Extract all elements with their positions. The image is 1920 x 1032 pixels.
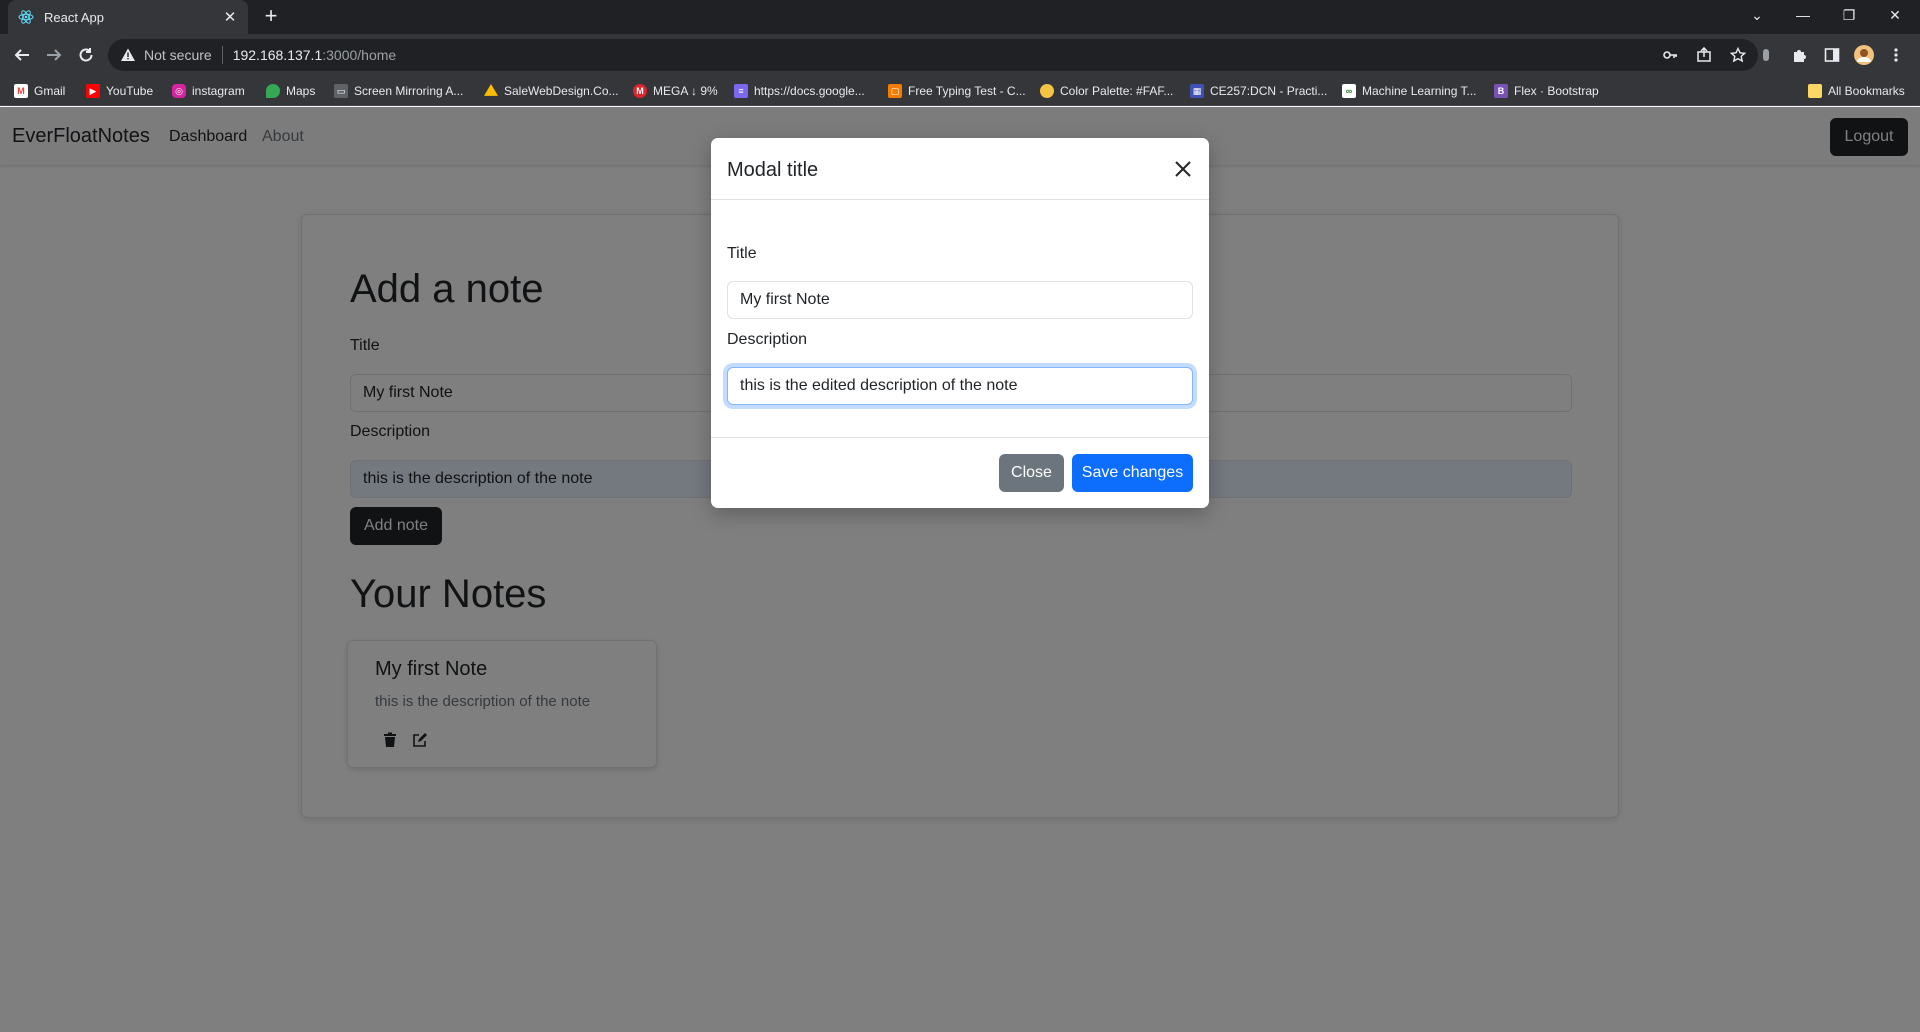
new-tab-button[interactable]: + — [260, 5, 282, 28]
omnibox-actions — [1660, 45, 1748, 65]
forward-icon[interactable] — [42, 43, 66, 67]
tab-search-icon[interactable]: ⌄ — [1734, 0, 1780, 30]
bookmark-color-palette[interactable]: Color Palette: #FAF... — [1040, 82, 1173, 100]
react-icon — [18, 9, 34, 25]
bookmark-machine-learning[interactable]: ∞ Machine Learning T... — [1342, 82, 1477, 100]
modal-title-input[interactable]: My first Note — [727, 281, 1193, 319]
browser-toolbar: Not secure 192.168.137.1:3000/home — [0, 34, 1920, 76]
extension-icon[interactable] — [1754, 43, 1778, 67]
screen-mirroring-icon: ▭ — [334, 84, 348, 98]
edit-note-modal: Modal title Title My first Note Descript… — [711, 138, 1209, 508]
palette-icon — [1040, 84, 1054, 98]
url-path: :3000/home — [322, 47, 397, 63]
maps-icon — [266, 84, 280, 98]
menu-icon[interactable] — [1884, 43, 1908, 67]
docs-icon: ≡ — [734, 84, 748, 98]
browser-tab[interactable]: React App ✕ — [8, 0, 248, 34]
back-icon[interactable] — [10, 43, 34, 67]
bookmark-docs-google[interactable]: ≡ https://docs.google... — [734, 82, 865, 100]
modal-description-input[interactable]: this is the edited description of the no… — [727, 367, 1193, 405]
bookmark-maps[interactable]: Maps — [266, 82, 315, 100]
share-icon[interactable] — [1694, 45, 1714, 65]
gmail-icon: M — [14, 84, 28, 98]
browser-tabstrip: React App ✕ + ⌄ — ❐ ✕ — [0, 0, 1920, 34]
typing-icon: ▢ — [888, 84, 902, 98]
star-icon[interactable] — [1728, 45, 1748, 65]
url-host: 192.168.137.1 — [232, 47, 323, 63]
restore-button[interactable]: ❐ — [1826, 0, 1872, 30]
side-panel-icon[interactable] — [1820, 43, 1844, 67]
close-icon[interactable] — [1171, 157, 1195, 181]
tab-close-icon[interactable]: ✕ — [222, 8, 238, 26]
bootstrap-icon: B — [1494, 84, 1508, 98]
save-changes-button[interactable]: Save changes — [1072, 454, 1193, 492]
all-bookmarks[interactable]: All Bookmarks — [1808, 82, 1905, 100]
classroom-icon: ▦ — [1190, 84, 1204, 98]
page-content: EverFloatNotes Dashboard About Logout Ad… — [0, 107, 1920, 1032]
key-icon[interactable] — [1660, 45, 1680, 65]
bookmark-instagram[interactable]: ◎ instagram — [172, 82, 245, 100]
close-button[interactable]: Close — [999, 454, 1064, 492]
warning-icon[interactable] — [120, 47, 136, 63]
bookmark-typing-test[interactable]: ▢ Free Typing Test - C... — [888, 82, 1026, 100]
bookmark-screen-mirroring[interactable]: ▭ Screen Mirroring A... — [334, 82, 463, 100]
profile-avatar[interactable] — [1852, 43, 1876, 67]
bookmark-ce257[interactable]: ▦ CE257:DCN - Practi... — [1190, 82, 1327, 100]
bookmark-mega[interactable]: M MEGA ↓ 9% — [633, 82, 718, 100]
folder-icon — [1808, 84, 1822, 98]
modal-header: Modal title — [711, 138, 1209, 200]
youtube-icon: ▶ — [86, 84, 100, 98]
modal-title-label: Title — [727, 245, 757, 262]
reload-icon[interactable] — [74, 43, 98, 67]
window-close-button[interactable]: ✕ — [1872, 0, 1918, 30]
minimize-button[interactable]: — — [1780, 0, 1826, 30]
tab-title: React App — [44, 9, 104, 25]
bookmark-youtube[interactable]: ▶ YouTube — [86, 82, 153, 100]
bookmark-salewebdesign[interactable]: SaleWebDesign.Co... — [484, 82, 619, 100]
address-bar[interactable]: Not secure 192.168.137.1:3000/home — [108, 39, 1758, 71]
drive-icon — [484, 84, 498, 96]
bookmarks-bar: M Gmail ▶ YouTube ◎ instagram Maps ▭ Screen … — [0, 76, 1920, 106]
bookmark-flex-bootstrap[interactable]: B Flex · Bootstrap — [1494, 82, 1599, 100]
modal-footer: Close Save changes — [711, 437, 1209, 508]
ml-icon: ∞ — [1342, 84, 1356, 98]
puzzle-icon[interactable] — [1788, 43, 1812, 67]
omnibox-divider — [221, 46, 223, 64]
instagram-icon: ◎ — [172, 84, 186, 98]
modal-description-label: Description — [727, 331, 808, 348]
security-status: Not secure — [144, 47, 212, 63]
bookmark-gmail[interactable]: M Gmail — [14, 82, 65, 100]
modal-title: Modal title — [727, 159, 819, 181]
mega-icon: M — [633, 84, 647, 98]
